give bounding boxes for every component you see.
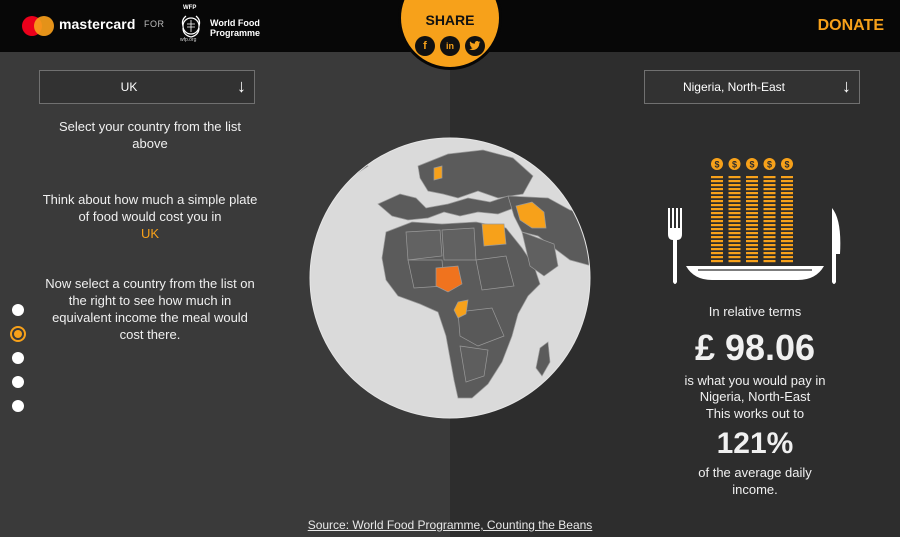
plate-coins-illustration: $ $ $ $ $ — [668, 158, 841, 284]
svg-text:$: $ — [732, 160, 737, 170]
instruction-think-text: Think about how much a simple plate of f… — [42, 192, 258, 224]
svg-text:$: $ — [784, 160, 789, 170]
source-country-value: UK — [120, 80, 138, 94]
wfp-abbreviation: WFP — [183, 5, 197, 11]
nav-dot[interactable] — [12, 400, 24, 412]
wfp-url: wfp.org — [180, 37, 197, 43]
fork-icon — [668, 208, 682, 284]
percent-value: 121% — [716, 427, 794, 460]
nav-dot[interactable] — [12, 352, 24, 364]
svg-text:$: $ — [767, 160, 772, 170]
coin-stacks: $ $ $ $ $ — [711, 158, 793, 263]
egypt-highlight — [481, 223, 507, 247]
mastercard-logo-icon[interactable] — [22, 16, 54, 36]
target-region-select[interactable]: Nigeria, North-East ↓ — [644, 70, 860, 104]
price-value: £ 98.06 — [694, 327, 816, 368]
wfp-emblem-icon[interactable] — [177, 12, 205, 40]
instruction-compare: Now select a country from the list on th… — [45, 276, 255, 342]
connector-text: FOR — [144, 19, 165, 29]
relative-label: In relative terms — [708, 304, 802, 319]
selected-country: UK — [140, 226, 160, 241]
works-label: This works out to — [705, 406, 805, 421]
world-globe-map[interactable] — [308, 136, 592, 420]
facebook-icon[interactable]: f — [415, 36, 435, 56]
nav-dot[interactable] — [12, 376, 24, 388]
nav-dot[interactable] — [12, 304, 24, 316]
svg-text:$: $ — [714, 160, 719, 170]
selected-region: Nigeria, North-East — [699, 389, 811, 404]
source-link[interactable]: Source: World Food Programme, Counting t… — [0, 518, 900, 532]
wfp-name: World Food Programme — [210, 18, 261, 38]
arrow-down-icon: ↓ — [237, 76, 246, 96]
arrow-down-icon: ↓ — [842, 76, 851, 96]
plate-icon — [686, 266, 824, 280]
svg-text:$: $ — [749, 160, 754, 170]
pay-label: is what you would pay in — [684, 373, 826, 388]
percent-label: of the average daily income. — [698, 465, 812, 497]
mastercard-wordmark[interactable]: mastercard — [59, 16, 136, 32]
uk-highlight — [433, 165, 443, 181]
nav-dot-active[interactable] — [10, 326, 26, 342]
instruction-think: Think about how much a simple plate of f… — [40, 191, 260, 242]
linkedin-icon[interactable]: in — [440, 36, 460, 56]
instruction-select: Select your country from the list above — [58, 119, 242, 151]
donate-button[interactable]: DONATE — [818, 17, 884, 35]
twitter-icon[interactable] — [465, 36, 485, 56]
share-label: SHARE — [425, 12, 475, 28]
knife-icon — [832, 208, 841, 284]
target-region-value: Nigeria, North-East — [682, 80, 786, 94]
source-country-select[interactable]: UK ↓ — [39, 70, 255, 104]
